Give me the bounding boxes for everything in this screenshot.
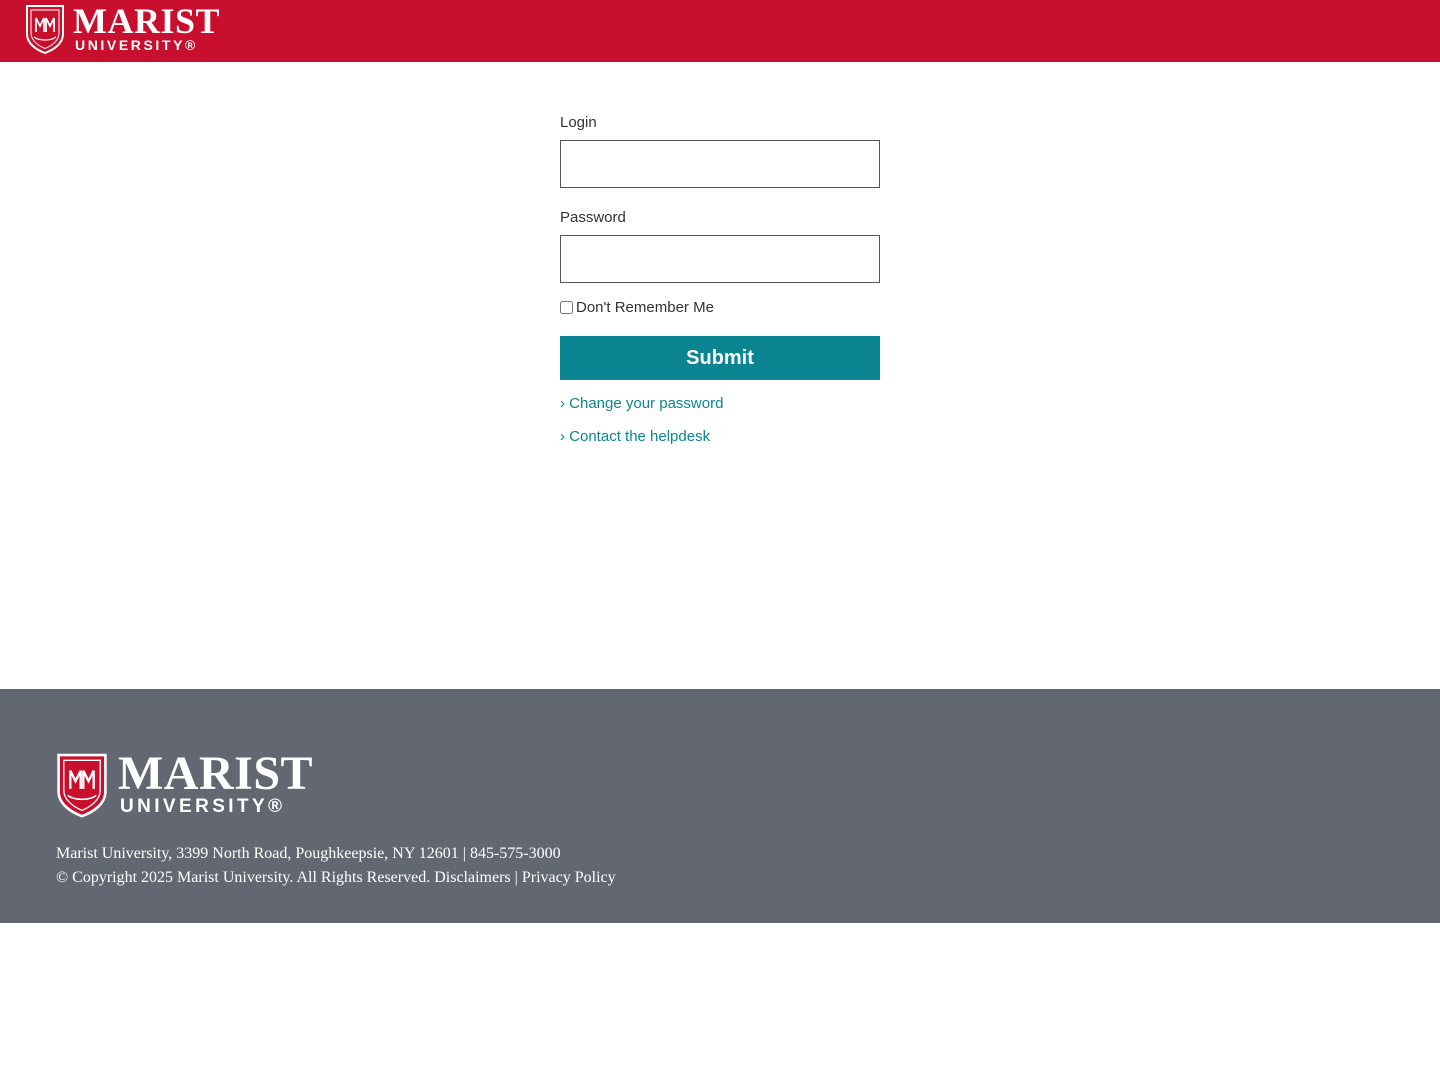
contact-helpdesk-link[interactable]: › Contact the helpdesk bbox=[560, 427, 880, 447]
footer-info: Marist University, 3399 North Road, Poug… bbox=[56, 842, 616, 890]
logo-subtitle: UNIVERSITY® bbox=[75, 37, 198, 53]
dont-remember-me-checkbox[interactable] bbox=[560, 300, 573, 314]
login-input[interactable] bbox=[560, 140, 880, 188]
logo-wordmark: MARIST bbox=[73, 1, 221, 41]
footer-legal-line: © Copyright 2025 Marist University. All … bbox=[56, 866, 616, 890]
footer-address: Marist University, 3399 North Road, Poug… bbox=[56, 845, 561, 862]
login-form: Login Password Don't Remember Me Submit … bbox=[560, 113, 880, 447]
login-label: Login bbox=[560, 114, 597, 131]
footer-logo-wordmark: MARIST bbox=[118, 747, 314, 800]
change-password-link[interactable]: › Change your password bbox=[560, 394, 880, 414]
submit-button[interactable]: Submit bbox=[560, 336, 880, 380]
footer-separator: | bbox=[514, 869, 518, 886]
site-header: MARIST UNIVERSITY® bbox=[0, 0, 1440, 62]
marist-crest-icon bbox=[26, 5, 64, 54]
footer-copyright: © Copyright 2025 Marist University. All … bbox=[56, 869, 431, 886]
dont-remember-me-label: Don't Remember Me bbox=[576, 298, 714, 316]
footer-logo[interactable]: MARIST UNIVERSITY® bbox=[56, 747, 314, 818]
dont-remember-me-row[interactable]: Don't Remember Me bbox=[560, 298, 880, 316]
password-label: Password bbox=[560, 209, 626, 226]
password-input[interactable] bbox=[560, 235, 880, 283]
site-footer: MARIST UNIVERSITY® Marist University, 33… bbox=[0, 689, 1440, 923]
privacy-policy-link[interactable]: Privacy Policy bbox=[522, 869, 616, 886]
disclaimers-link[interactable]: Disclaimers bbox=[434, 869, 510, 886]
footer-logo-subtitle: UNIVERSITY® bbox=[120, 796, 286, 817]
marist-crest-icon bbox=[57, 753, 107, 818]
header-logo[interactable]: MARIST UNIVERSITY® bbox=[25, 1, 221, 54]
